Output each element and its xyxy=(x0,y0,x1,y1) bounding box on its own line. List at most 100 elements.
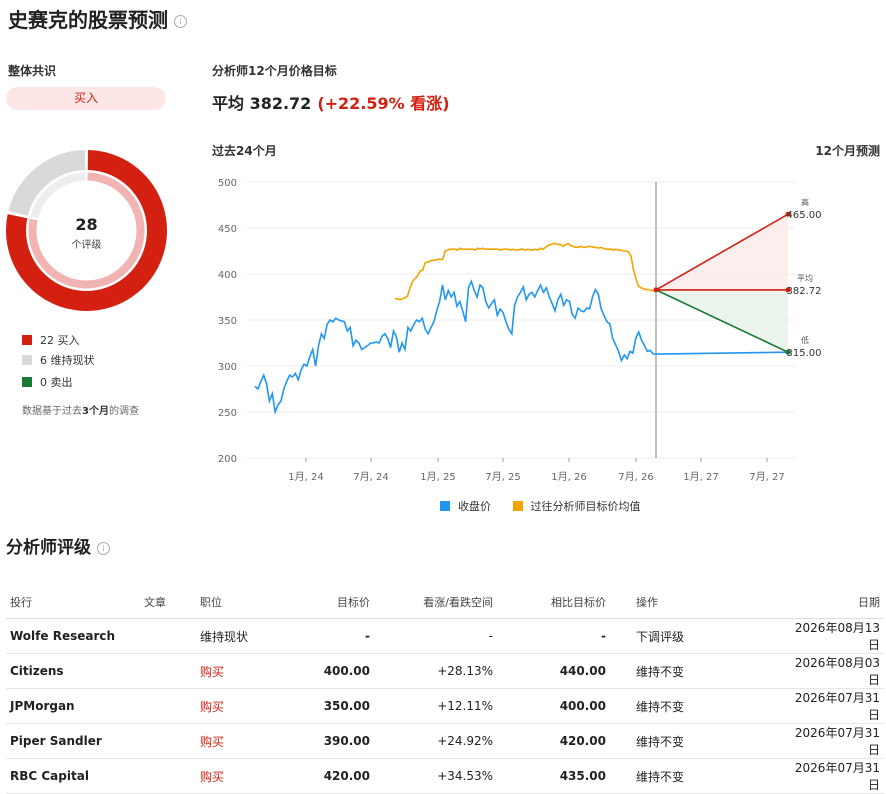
rating-action: 维持不变 xyxy=(610,758,780,794)
y-tick-label: 200 xyxy=(218,454,237,465)
forecast-avg-value: 382.72 xyxy=(787,286,822,297)
article-link xyxy=(140,723,196,759)
rating-date: 2026年07月31日 xyxy=(780,758,884,794)
analyst-ratings-table: 投行 文章 职位 目标价 看涨/看跌空间 相比目标价 操作 日期 Wolfe R… xyxy=(6,585,884,794)
upside-percent: (+22.59% 看涨) xyxy=(317,94,450,113)
close-price-flat-line xyxy=(655,351,789,355)
average-target: 平均 382.72 (+22.59% 看涨) xyxy=(212,94,450,113)
article-link xyxy=(140,618,196,654)
article-link xyxy=(140,653,196,689)
page-title: 史赛克的股票预测 i xyxy=(8,4,187,33)
upside-value: +24.92% xyxy=(374,723,497,759)
rating-action: 维持不变 xyxy=(610,688,780,724)
col-date[interactable]: 日期 xyxy=(780,585,884,619)
close-price-swatch xyxy=(440,501,450,511)
col-target[interactable]: 目标价 xyxy=(294,585,374,619)
col-action[interactable]: 操作 xyxy=(610,585,780,619)
rating-position: 购买 xyxy=(196,688,294,724)
previous-target: 420.00 xyxy=(497,723,610,759)
target-price: 390.00 xyxy=(294,723,374,759)
firm-name[interactable]: RBC Capital xyxy=(6,758,140,794)
col-firm[interactable]: 投行 xyxy=(6,585,140,619)
legend-hold: 6 维持现状 xyxy=(22,352,95,368)
rating-position: 购买 xyxy=(196,653,294,689)
table-row[interactable]: Wolfe Research 维持现状 - - - 下调评级 2026年08月13日 xyxy=(6,618,884,654)
avg-target-swatch xyxy=(512,501,523,511)
legend-buy: 22 买入 xyxy=(22,332,80,348)
target-price: 400.00 xyxy=(294,653,374,689)
table-row[interactable]: Citizens 购买 400.00 +28.13% 440.00 维持不变 2026年08… xyxy=(6,653,884,689)
rating-position: 维持现状 xyxy=(196,618,294,654)
upside-value: +12.11% xyxy=(374,688,497,724)
table-row[interactable]: JPMorgan 购买 350.00 +12.11% 400.00 维持不变 2026年07… xyxy=(6,688,884,724)
rating-total-count: 28 xyxy=(75,215,98,234)
previous-target: 440.00 xyxy=(497,653,610,689)
forecast-period-label: 12个月预测 xyxy=(815,144,880,158)
rating-date: 2026年07月31日 xyxy=(780,723,884,759)
x-tick-label: 7月, 24 xyxy=(353,471,388,483)
price-forecast-chart: 500 450 400 350 300 250 200 1月, 24 7月, 24 1月, 25 7… xyxy=(218,178,822,483)
previous-target: 435.00 xyxy=(497,758,610,794)
y-tick-label: 450 xyxy=(218,224,237,235)
article-link xyxy=(140,688,196,724)
x-tick-label: 1月, 24 xyxy=(288,471,323,483)
chart-legend: 收盘价 过往分析师目标价均值 xyxy=(440,498,641,514)
rating-action: 下调评级 xyxy=(610,618,780,654)
y-tick-label: 500 xyxy=(218,178,237,189)
analyst-ratings-title: 分析师评级 i xyxy=(6,533,110,558)
table-header-row: 投行 文章 职位 目标价 看涨/看跌空间 相比目标价 操作 日期 xyxy=(6,585,884,619)
price-target-label: 分析师12个月价格目标 xyxy=(212,64,337,78)
y-tick-label: 250 xyxy=(218,408,237,419)
forecast-avg-label: 平均 xyxy=(797,273,813,283)
y-tick-label: 300 xyxy=(218,362,237,373)
legend-close-price[interactable]: 收盘价 xyxy=(440,500,491,513)
y-tick-label: 400 xyxy=(218,270,237,281)
sell-swatch xyxy=(22,377,32,387)
x-tick-label: 7月, 25 xyxy=(485,471,520,483)
legend-sell: 0 卖出 xyxy=(22,374,73,390)
info-icon[interactable]: i xyxy=(174,15,187,28)
forecast-low-value: 315.00 xyxy=(787,348,822,359)
article-link xyxy=(140,758,196,794)
firm-name[interactable]: Wolfe Research xyxy=(6,618,140,654)
firm-name[interactable]: Citizens xyxy=(6,653,140,689)
y-tick-label: 350 xyxy=(218,316,237,327)
x-tick-label: 7月, 27 xyxy=(749,471,784,483)
survey-basis-note: 数据基于过去3个月的调查 xyxy=(22,406,139,417)
firm-name[interactable]: JPMorgan xyxy=(6,688,140,724)
col-upside[interactable]: 看涨/看跌空间 xyxy=(374,585,497,619)
previous-target: - xyxy=(497,618,610,654)
info-icon[interactable]: i xyxy=(97,541,110,555)
forecast-high-label: 高 xyxy=(801,197,809,207)
rating-action: 维持不变 xyxy=(610,653,780,689)
rating-total-label: 个评级 xyxy=(71,240,102,251)
x-tick-label: 1月, 27 xyxy=(683,471,718,483)
forecast-low-label: 低 xyxy=(801,335,809,345)
firm-name[interactable]: Piper Sandler xyxy=(6,723,140,759)
table-row[interactable]: RBC Capital 购买 420.00 +34.53% 435.00 维持不变 2026… xyxy=(6,758,884,794)
series-close-price-line xyxy=(254,279,656,416)
upside-value: +28.13% xyxy=(374,653,497,689)
table-row[interactable]: Piper Sandler 购买 390.00 +24.92% 420.00 维持不变 20… xyxy=(6,723,884,759)
rating-date: 2026年07月31日 xyxy=(780,688,884,724)
past-period-label: 过去24个月 xyxy=(212,144,277,158)
target-price: 350.00 xyxy=(294,688,374,724)
col-article[interactable]: 文章 xyxy=(140,585,196,619)
rating-date: 2026年08月03日 xyxy=(780,653,884,689)
x-tick-label: 1月, 26 xyxy=(551,471,586,483)
forecast-start-dot xyxy=(653,287,659,293)
upside-value: - xyxy=(374,618,497,654)
buy-swatch xyxy=(22,335,32,345)
rating-position: 购买 xyxy=(196,723,294,759)
target-price: - xyxy=(294,618,374,654)
rating-position: 购买 xyxy=(196,758,294,794)
rating-action: 维持不变 xyxy=(610,723,780,759)
previous-target: 400.00 xyxy=(497,688,610,724)
col-position[interactable]: 职位 xyxy=(196,585,294,619)
col-previous-target[interactable]: 相比目标价 xyxy=(497,585,610,619)
target-price: 420.00 xyxy=(294,758,374,794)
upside-value: +34.53% xyxy=(374,758,497,794)
x-tick-label: 1月, 25 xyxy=(420,471,455,483)
consensus-label: 整体共识 xyxy=(8,64,57,78)
legend-avg-target[interactable]: 过往分析师目标价均值 xyxy=(512,500,641,513)
